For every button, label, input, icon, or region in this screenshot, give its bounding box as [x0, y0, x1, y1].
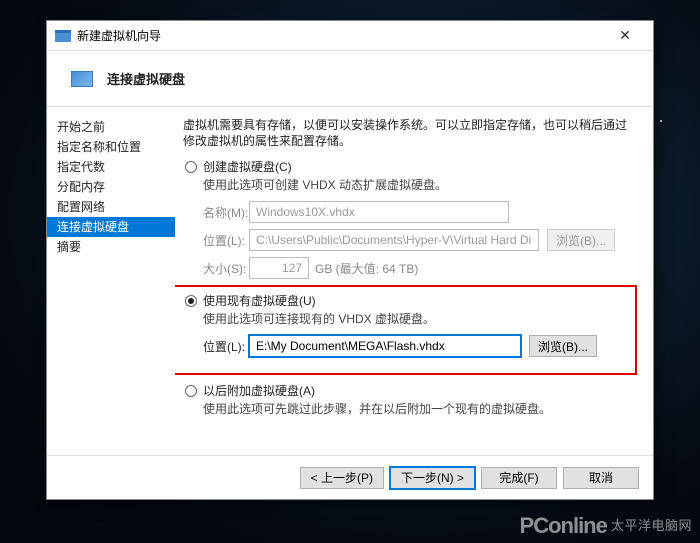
- sidebar-item-connect-vhd[interactable]: 连接虚拟硬盘: [47, 217, 175, 237]
- sidebar-item-summary[interactable]: 摘要: [47, 237, 175, 257]
- content-pane: 虚拟机需要具有存储，以便可以安装操作系统。可以立即指定存储，也可以稍后通过修改虚…: [175, 107, 653, 455]
- window-title: 新建虚拟机向导: [77, 27, 605, 44]
- sidebar-item-network[interactable]: 配置网络: [47, 197, 175, 217]
- name-input: [249, 201, 509, 223]
- use-desc: 使用此选项可连接现有的 VHDX 虚拟硬盘。: [203, 311, 625, 327]
- footer-buttons: < 上一步(P) 下一步(N) > 完成(F) 取消: [47, 455, 653, 499]
- radio-later-label: 以后附加虚拟硬盘(A): [203, 383, 315, 399]
- sidebar-item-name-location[interactable]: 指定名称和位置: [47, 137, 175, 157]
- sidebar-item-memory[interactable]: 分配内存: [47, 177, 175, 197]
- use-location-input[interactable]: [249, 335, 521, 357]
- watermark: PConline 太平洋电脑网: [520, 513, 692, 539]
- step-sidebar: 开始之前 指定名称和位置 指定代数 分配内存 配置网络 连接虚拟硬盘 摘要: [47, 107, 175, 455]
- browse-create-button: 浏览(B)...: [547, 229, 615, 251]
- finish-button[interactable]: 完成(F): [481, 467, 557, 489]
- cancel-button[interactable]: 取消: [563, 467, 639, 489]
- header-icon: [71, 71, 93, 87]
- page-header: 连接虚拟硬盘: [47, 51, 653, 107]
- radio-use-label: 使用现有虚拟硬盘(U): [203, 293, 316, 309]
- sidebar-item-before-begin[interactable]: 开始之前: [47, 117, 175, 137]
- back-button[interactable]: < 上一步(P): [300, 467, 384, 489]
- page-title: 连接虚拟硬盘: [107, 69, 185, 88]
- highlighted-option: 使用现有虚拟硬盘(U) 使用此选项可连接现有的 VHDX 虚拟硬盘。 位置(L)…: [175, 285, 637, 375]
- sidebar-item-generation[interactable]: 指定代数: [47, 157, 175, 177]
- name-field-label: 名称(M):: [203, 204, 249, 221]
- later-desc: 使用此选项可先跳过此步骤，并在以后附加一个现有的虚拟硬盘。: [203, 401, 637, 417]
- create-desc: 使用此选项可创建 VHDX 动态扩展虚拟硬盘。: [203, 177, 637, 193]
- next-button[interactable]: 下一步(N) >: [390, 467, 475, 489]
- watermark-sub: 太平洋电脑网: [611, 518, 692, 533]
- app-icon: [55, 28, 71, 44]
- radio-create-vhd[interactable]: [185, 161, 197, 173]
- location-input: [249, 229, 539, 251]
- page-description: 虚拟机需要具有存储，以便可以安装操作系统。可以立即指定存储，也可以稍后通过修改虚…: [183, 117, 637, 149]
- size-unit: GB (最大值: 64 TB): [315, 260, 418, 277]
- close-button[interactable]: ✕: [605, 27, 645, 44]
- radio-attach-later[interactable]: [185, 385, 197, 397]
- browse-use-button[interactable]: 浏览(B)...: [529, 335, 597, 357]
- location-field-label: 位置(L):: [203, 232, 249, 249]
- titlebar: 新建虚拟机向导 ✕: [47, 21, 653, 51]
- radio-use-existing-vhd[interactable]: [185, 295, 197, 307]
- radio-create-label: 创建虚拟硬盘(C): [203, 159, 292, 175]
- use-location-label: 位置(L):: [203, 338, 249, 355]
- watermark-brand: PConline: [520, 513, 607, 538]
- wizard-dialog: 新建虚拟机向导 ✕ 连接虚拟硬盘 开始之前 指定名称和位置 指定代数 分配内存 …: [46, 20, 654, 500]
- size-field-label: 大小(S):: [203, 260, 249, 277]
- size-input: [249, 257, 309, 279]
